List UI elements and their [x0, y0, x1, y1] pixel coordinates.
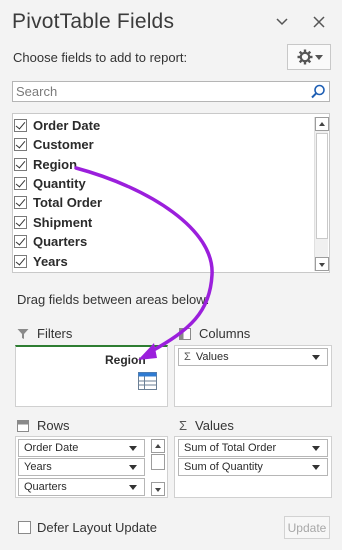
dragged-field-label: Region	[105, 353, 146, 367]
update-button[interactable]: Update	[284, 516, 330, 539]
sigma-icon: Σ	[179, 418, 188, 433]
columns-area-header: Columns	[179, 326, 250, 341]
scroll-down-button[interactable]	[151, 482, 165, 496]
field-item-customer[interactable]: Customer	[13, 135, 94, 154]
values-sum-quantity-chip[interactable]: Sum of Quantity	[178, 458, 328, 476]
search-icon[interactable]	[309, 83, 327, 101]
values-drop-area[interactable]: Sum of Total Order Sum of Quantity	[174, 436, 332, 498]
columns-label: Columns	[199, 326, 251, 341]
values-area-header: Σ Values	[179, 418, 234, 433]
chevron-down-icon[interactable]	[129, 446, 137, 451]
chevron-down-icon[interactable]	[312, 355, 320, 360]
field-checkbox[interactable]	[14, 158, 27, 171]
columns-values-chip[interactable]: Σ Values	[178, 348, 328, 366]
values-label: Values	[195, 418, 234, 433]
close-icon[interactable]	[309, 12, 329, 32]
field-item-order-date[interactable]: Order Date	[13, 116, 100, 135]
rows-area-header: Rows	[17, 418, 70, 433]
field-item-total-order[interactable]: Total Order	[13, 193, 102, 212]
rows-years-chip[interactable]: Years	[18, 458, 145, 476]
chip-label: Sum of Quantity	[184, 461, 263, 473]
columns-drop-area[interactable]: Σ Values	[174, 345, 332, 407]
scroll-down-button[interactable]	[315, 257, 329, 271]
field-checkbox[interactable]	[14, 196, 27, 209]
field-item-shipment[interactable]: Shipment	[13, 213, 92, 232]
scroll-up-button[interactable]	[315, 117, 329, 131]
field-checkbox[interactable]	[14, 255, 27, 268]
field-label: Quarters	[33, 234, 88, 249]
rows-drop-area[interactable]: Order Date Years Quarters	[15, 436, 168, 498]
chevron-down-icon	[315, 55, 323, 60]
chip-label: Quarters	[24, 481, 67, 493]
field-checkbox[interactable]	[14, 138, 27, 151]
field-list: Order Date Customer Region Quantity Tota…	[12, 113, 330, 273]
chip-label: Order Date	[24, 442, 79, 454]
field-label: Customer	[33, 137, 94, 152]
scroll-thumb[interactable]	[151, 454, 165, 470]
chip-label: Sum of Total Order	[184, 442, 277, 454]
defer-layout-checkbox[interactable]	[18, 521, 31, 534]
rows-icon	[17, 419, 29, 432]
pane-title: PivotTable Fields	[12, 10, 175, 33]
field-item-quantity[interactable]: Quantity	[13, 174, 86, 193]
pivottable-fields-pane: PivotTable Fields Choose fields to add t…	[0, 0, 342, 550]
search-input[interactable]	[13, 82, 303, 101]
filters-area-header: Filters	[17, 326, 72, 341]
field-item-region[interactable]: Region	[13, 155, 77, 174]
sigma-icon: Σ	[184, 351, 191, 363]
field-list-scrollbar[interactable]	[314, 117, 329, 271]
table-icon	[138, 372, 157, 390]
filters-label: Filters	[37, 326, 73, 341]
tools-button[interactable]	[287, 44, 331, 70]
chevron-down-icon[interactable]	[272, 12, 292, 32]
defer-layout-label: Defer Layout Update	[37, 520, 157, 535]
chevron-down-icon[interactable]	[312, 465, 320, 470]
field-item-years[interactable]: Years	[13, 252, 68, 271]
rows-order-date-chip[interactable]: Order Date	[18, 439, 145, 457]
choose-fields-label: Choose fields to add to report:	[13, 50, 188, 65]
scroll-thumb[interactable]	[316, 133, 328, 239]
field-label: Years	[33, 254, 68, 269]
defer-layout-update-option[interactable]: Defer Layout Update	[18, 520, 157, 535]
field-checkbox[interactable]	[14, 119, 27, 132]
scroll-up-button[interactable]	[151, 439, 165, 453]
chip-label: Years	[24, 461, 52, 473]
search-box[interactable]	[12, 81, 330, 102]
field-item-quarters[interactable]: Quarters	[13, 232, 87, 251]
rows-quarters-chip[interactable]: Quarters	[18, 478, 145, 496]
gear-icon	[297, 49, 313, 65]
field-label: Total Order	[33, 195, 103, 210]
field-checkbox[interactable]	[14, 216, 27, 229]
filters-drop-area[interactable]: Region	[15, 345, 168, 407]
filter-icon	[17, 328, 29, 339]
field-label: Order Date	[33, 118, 101, 133]
chevron-down-icon[interactable]	[312, 446, 320, 451]
columns-icon	[179, 327, 191, 340]
chip-label: Values	[195, 351, 229, 363]
values-sum-total-order-chip[interactable]: Sum of Total Order	[178, 439, 328, 457]
field-label: Quantity	[33, 176, 86, 191]
field-label: Region	[33, 157, 78, 172]
chevron-down-icon[interactable]	[129, 465, 137, 470]
rows-label: Rows	[37, 418, 70, 433]
field-checkbox[interactable]	[14, 177, 27, 190]
field-checkbox[interactable]	[14, 235, 27, 248]
chevron-down-icon[interactable]	[129, 485, 137, 490]
rows-scrollbar[interactable]	[151, 439, 165, 496]
field-label: Shipment	[33, 215, 93, 230]
drag-hint-label: Drag fields between areas below:	[17, 292, 210, 307]
